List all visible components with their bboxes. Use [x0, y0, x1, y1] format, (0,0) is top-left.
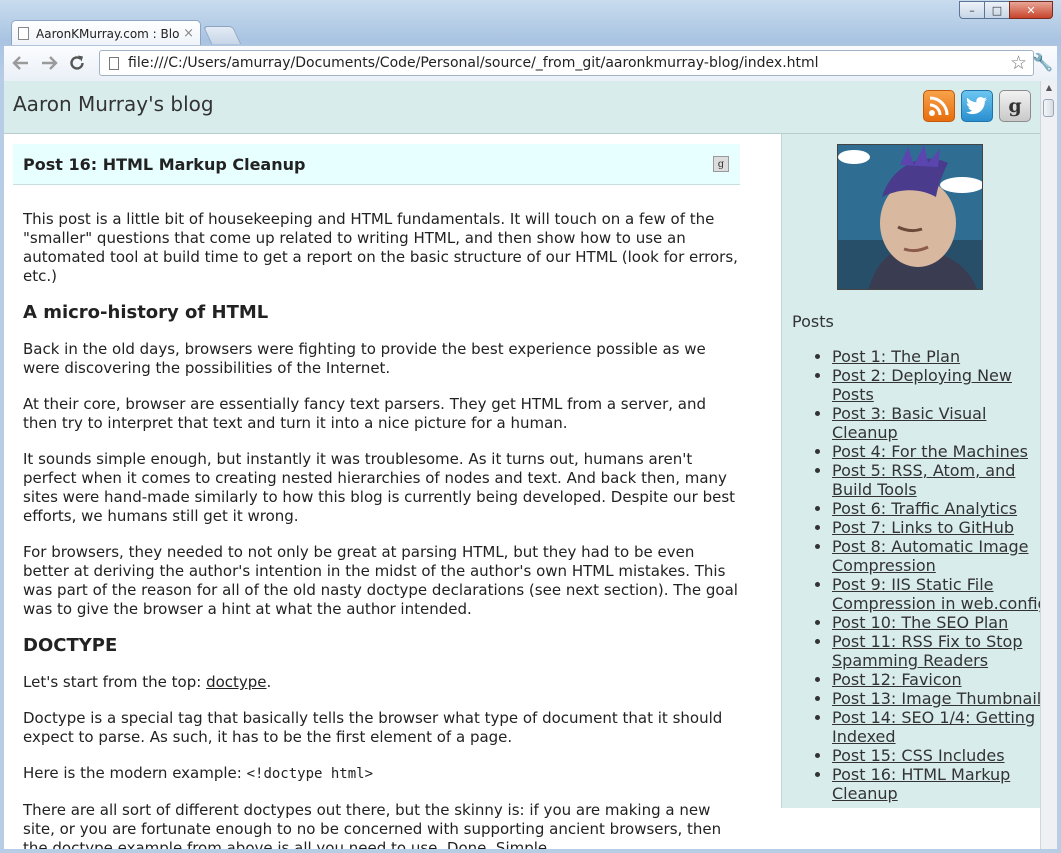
- list-item: Post 13: Image Thumbnails: [832, 689, 1040, 708]
- post-link[interactable]: Post 12: Favicon: [832, 670, 962, 689]
- text: Here is the modern example:: [23, 764, 247, 782]
- paragraph: Let's start from the top: doctype.: [23, 673, 738, 692]
- code-snippet: <!doctype html>: [246, 766, 374, 782]
- post-link[interactable]: Post 4: For the Machines: [832, 442, 1028, 461]
- paragraph: Here is the modern example: <!doctype ht…: [23, 764, 738, 784]
- post-link[interactable]: Post 3: Basic Visual Cleanup: [832, 404, 986, 442]
- paragraph: It sounds simple enough, but instantly i…: [23, 450, 736, 525]
- list-item: Post 7: Links to GitHub: [832, 518, 1040, 537]
- page-icon: [18, 27, 29, 40]
- blog-title[interactable]: Aaron Murray's blog: [13, 92, 214, 116]
- author-avatar: [837, 144, 983, 290]
- list-item: Post 9: IIS Static File Compression in w…: [832, 575, 1040, 613]
- paragraph: There are all sort of different doctypes…: [23, 801, 722, 849]
- list-item: Post 4: For the Machines: [832, 442, 1040, 461]
- wrench-icon[interactable]: 🔧: [1032, 53, 1053, 73]
- post-article: Post 16: HTML Markup Cleanup g This post…: [4, 134, 780, 849]
- window-controls: – □ ✕: [959, 1, 1053, 19]
- doctype-link[interactable]: doctype: [206, 673, 266, 691]
- paragraph: At their core, browser are essentially f…: [23, 395, 707, 432]
- list-item: Post 15: CSS Includes: [832, 746, 1040, 765]
- list-item: Post 3: Basic Visual Cleanup: [832, 404, 1040, 442]
- twitter-icon[interactable]: [961, 90, 993, 122]
- post-list: Post 1: The Plan Post 2: Deploying New P…: [812, 347, 1040, 803]
- list-item: Post 1: The Plan: [832, 347, 1040, 366]
- post-link[interactable]: Post 10: The SEO Plan: [832, 613, 1008, 632]
- list-item: Post 11: RSS Fix to Stop Spamming Reader…: [832, 632, 1040, 670]
- google-plus-icon[interactable]: g: [999, 90, 1031, 122]
- list-item: Post 6: Traffic Analytics: [832, 499, 1040, 518]
- list-item: Post 5: RSS, Atom, and Build Tools: [832, 461, 1040, 499]
- post-link[interactable]: Post 11: RSS Fix to Stop Spamming Reader…: [832, 632, 1022, 670]
- browser-toolbar: ☆ 🔧: [4, 45, 1057, 81]
- list-item: Post 2: Deploying New Posts: [832, 366, 1040, 404]
- rss-icon[interactable]: [923, 90, 955, 122]
- url-input[interactable]: [128, 55, 1010, 71]
- google-plus-small-icon[interactable]: g: [713, 156, 729, 172]
- post-link[interactable]: Post 14: SEO 1/4: Getting Indexed: [832, 708, 1035, 746]
- post-link[interactable]: Post 13: Image Thumbnails: [832, 689, 1040, 708]
- list-item: Post 14: SEO 1/4: Getting Indexed: [832, 708, 1040, 746]
- post-header: Post 16: HTML Markup Cleanup g: [13, 144, 740, 185]
- post-content: This post is a little bit of housekeepin…: [23, 210, 738, 849]
- list-item: Post 12: Favicon: [832, 670, 1040, 689]
- text: .: [266, 673, 272, 691]
- post-link[interactable]: Post 6: Traffic Analytics: [832, 499, 1017, 518]
- scroll-up-arrow-icon[interactable]: ▲: [1041, 81, 1057, 95]
- list-item: Post 16: HTML Markup Cleanup: [832, 765, 1040, 803]
- page-viewport: Aaron Murray's blog g Post 16: HTML Mark…: [4, 81, 1040, 849]
- forward-arrow-icon[interactable]: [38, 52, 60, 74]
- section-heading: A micro-history of HTML: [23, 302, 269, 323]
- post-link[interactable]: Post 1: The Plan: [832, 347, 960, 366]
- text: Let's start from the top:: [23, 673, 207, 691]
- paragraph: For browsers, they needed to not only be…: [23, 543, 738, 618]
- list-item: Post 10: The SEO Plan: [832, 613, 1040, 632]
- post-link[interactable]: Post 8: Automatic Image Compression: [832, 537, 1028, 575]
- browser-window: – □ ✕ AaronKMurray.com : Blog × ☆ 🔧 Aaro…: [0, 0, 1061, 853]
- address-bar[interactable]: ☆: [99, 50, 1034, 76]
- post-link[interactable]: Post 5: RSS, Atom, and Build Tools: [832, 461, 1015, 499]
- post-link[interactable]: Post 9: IIS Static File Compression in w…: [832, 575, 1040, 613]
- post-link[interactable]: Post 2: Deploying New Posts: [832, 366, 1012, 404]
- site-header: Aaron Murray's blog g: [4, 81, 1040, 134]
- post-link[interactable]: Post 16: HTML Markup Cleanup: [832, 765, 1010, 803]
- vertical-scrollbar[interactable]: ▲: [1040, 81, 1057, 849]
- reload-icon[interactable]: [66, 52, 88, 74]
- posts-heading: Posts: [792, 312, 834, 331]
- list-item: Post 8: Automatic Image Compression: [832, 537, 1040, 575]
- paragraph: Doctype is a special tag that basically …: [23, 709, 723, 746]
- scrollbar-thumb[interactable]: [1043, 99, 1054, 117]
- sidebar: Posts Post 1: The Plan Post 2: Deploying…: [781, 134, 1040, 808]
- star-icon[interactable]: ☆: [1010, 52, 1027, 74]
- section-heading: DOCTYPE: [23, 635, 118, 656]
- back-arrow-icon[interactable]: [10, 52, 32, 74]
- close-window-button[interactable]: ✕: [1009, 1, 1053, 19]
- maximize-button[interactable]: □: [984, 1, 1010, 19]
- tab-title: AaronKMurray.com : Blog: [36, 26, 180, 41]
- document-icon: [109, 56, 119, 70]
- paragraph: Back in the old days, browsers were figh…: [23, 340, 706, 377]
- post-link[interactable]: Post 7: Links to GitHub: [832, 518, 1014, 537]
- tab-active[interactable]: AaronKMurray.com : Blog ×: [11, 20, 201, 46]
- new-tab-button[interactable]: [202, 26, 242, 44]
- tab-close-icon[interactable]: ×: [183, 26, 194, 41]
- post-title: Post 16: HTML Markup Cleanup: [23, 154, 306, 174]
- minimize-button[interactable]: –: [959, 1, 985, 19]
- post-link[interactable]: Post 15: CSS Includes: [832, 746, 1005, 765]
- intro-paragraph: This post is a little bit of housekeepin…: [23, 210, 738, 285]
